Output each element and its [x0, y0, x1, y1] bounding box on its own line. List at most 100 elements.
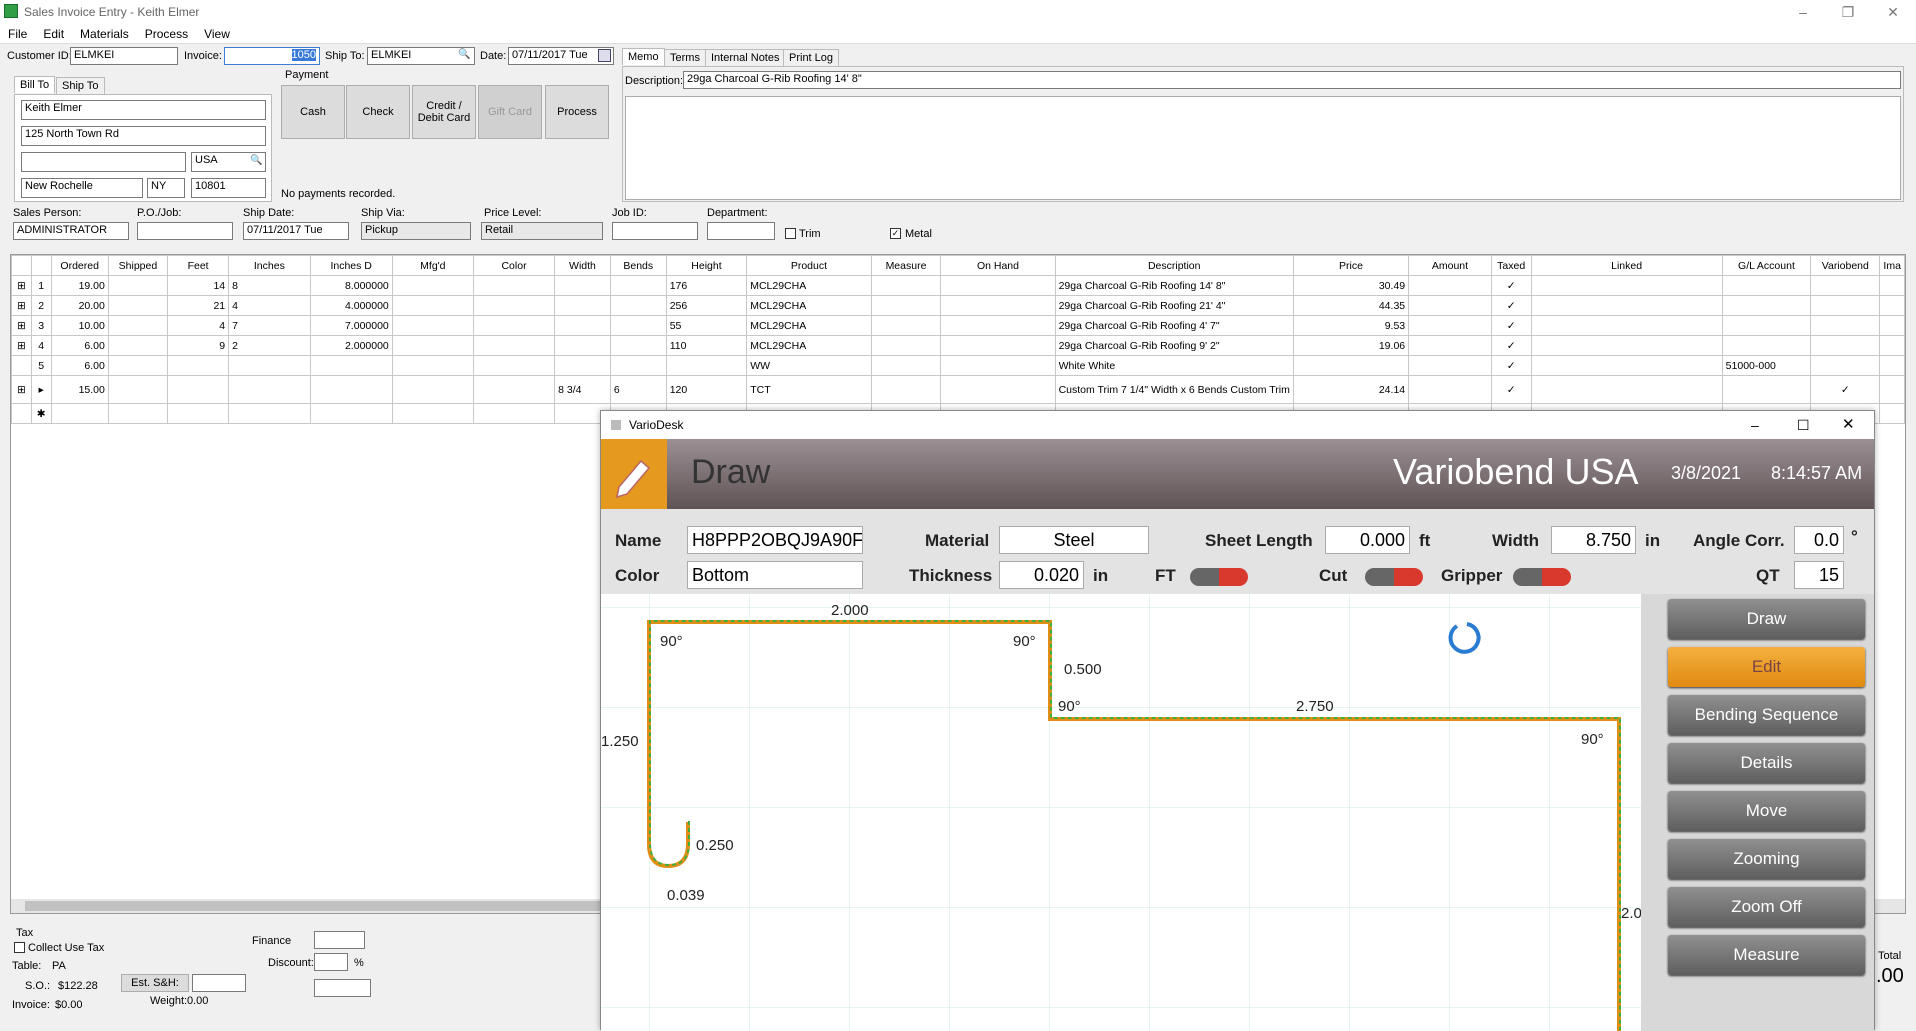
expand-icon[interactable]: ⊞ — [11, 295, 32, 316]
cell[interactable] — [1408, 355, 1492, 376]
cell[interactable] — [1879, 295, 1905, 316]
cell[interactable] — [472, 335, 556, 356]
cell-inches[interactable] — [228, 355, 311, 376]
draw-button[interactable]: Draw — [1668, 599, 1865, 639]
cell-inches[interactable] — [228, 375, 311, 404]
cell[interactable] — [940, 375, 1056, 404]
collect-use-tax-checkbox[interactable] — [14, 942, 25, 953]
cell[interactable] — [309, 403, 393, 424]
cell-n[interactable]: 3 — [30, 315, 52, 336]
cell-product[interactable]: MCL29CHA — [746, 295, 872, 316]
cell[interactable] — [167, 403, 230, 424]
cell-feet[interactable]: 14 — [167, 275, 230, 296]
cell[interactable] — [1408, 295, 1492, 316]
cell[interactable] — [1408, 315, 1492, 336]
cell-width[interactable] — [554, 355, 611, 376]
cell-product[interactable]: MCL29CHA — [746, 315, 872, 336]
zooming-button[interactable]: Zooming — [1668, 839, 1865, 879]
column-header[interactable]: Color — [472, 255, 556, 276]
tab-ship-to[interactable]: Ship To — [56, 77, 105, 94]
cell-price[interactable]: 9.53 — [1292, 315, 1410, 336]
cell-taxed[interactable]: ✓ — [1490, 355, 1532, 376]
cell-height[interactable]: 176 — [665, 275, 748, 296]
cell-vb[interactable] — [1810, 355, 1881, 376]
close-button[interactable]: ✕ — [1873, 2, 1913, 22]
bill-address2-field[interactable] — [21, 152, 186, 172]
cell-gl[interactable] — [1721, 375, 1812, 404]
cell-bends[interactable] — [609, 275, 667, 296]
cut-toggle[interactable] — [1365, 568, 1423, 586]
material-field[interactable]: Steel — [999, 526, 1149, 554]
vd-close-button[interactable]: ✕ — [1842, 411, 1855, 439]
cell-height[interactable]: 110 — [665, 335, 748, 356]
cell[interactable] — [391, 355, 474, 376]
column-header[interactable]: G/L Account — [1721, 255, 1812, 276]
minimize-button[interactable]: – — [1783, 2, 1823, 22]
cell[interactable] — [391, 295, 474, 316]
cell[interactable] — [1879, 335, 1905, 356]
cell[interactable] — [1879, 315, 1905, 336]
cell-height[interactable]: 55 — [665, 315, 748, 336]
cell-inches[interactable]: 2 — [228, 335, 311, 356]
ship-date-field[interactable]: 07/11/2017 Tue — [243, 222, 349, 240]
cell-feet[interactable] — [167, 375, 230, 404]
cell-inches[interactable]: 4 — [228, 295, 311, 316]
cell[interactable] — [1879, 403, 1905, 424]
cell-n[interactable]: 5 — [30, 355, 52, 376]
column-header[interactable] — [30, 255, 52, 276]
cell-vb[interactable]: ✓ — [1810, 375, 1881, 404]
cell-taxed[interactable]: ✓ — [1490, 335, 1532, 356]
cell-bends[interactable] — [609, 315, 667, 336]
cell[interactable] — [107, 295, 169, 316]
cell-bends[interactable]: 6 — [609, 375, 667, 404]
cell[interactable] — [391, 275, 474, 296]
cell-price[interactable]: 24.14 — [1292, 375, 1410, 404]
cell[interactable] — [1408, 335, 1492, 356]
est-sh-button[interactable]: Est. S&H: — [121, 974, 189, 992]
cell-desc[interactable]: Custom Trim 7 1/4" Width x 6 Bends Custo… — [1054, 375, 1294, 404]
description-field[interactable]: 29ga Charcoal G-Rib Roofing 14' 8" — [683, 71, 1901, 89]
price-level-select[interactable]: Retail — [481, 222, 603, 240]
cell-gl[interactable] — [1721, 335, 1812, 356]
cell-feet[interactable]: 4 — [167, 315, 230, 336]
cell-desc[interactable]: 29ga Charcoal G-Rib Roofing 21' 4" — [1054, 295, 1294, 316]
ft-toggle[interactable] — [1190, 568, 1248, 586]
cell-bends[interactable] — [609, 335, 667, 356]
cell-price[interactable]: 30.49 — [1292, 275, 1410, 296]
qt-field[interactable]: 15 — [1794, 561, 1844, 589]
cell[interactable] — [107, 275, 169, 296]
cell[interactable] — [940, 275, 1056, 296]
cell-vb[interactable] — [1810, 275, 1881, 296]
table-row[interactable]: ⊞ ▸ 15.00 8 3/4 6 120 TCT Custom Trim 7 1/4" Wi… — [11, 375, 1905, 404]
cell-desc[interactable]: White White — [1054, 355, 1294, 376]
column-header[interactable]: Feet — [167, 255, 230, 276]
customer-id-field[interactable]: ELMKEI — [70, 47, 178, 65]
edit-button[interactable]: Edit — [1668, 647, 1865, 687]
cell-width[interactable]: 8 3/4 — [554, 375, 611, 404]
menu-process[interactable]: Process — [137, 24, 196, 44]
sheet-length-field[interactable]: 0.000 — [1325, 526, 1410, 554]
cell-ordered[interactable]: 15.00 — [50, 375, 109, 404]
cell[interactable] — [940, 295, 1056, 316]
column-header[interactable]: On Hand — [940, 255, 1056, 276]
cell-gl[interactable]: 51000-000 — [1721, 355, 1812, 376]
cell-desc[interactable]: 29ga Charcoal G-Rib Roofing 9' 2" — [1054, 335, 1294, 356]
cell-width[interactable] — [554, 275, 611, 296]
cell-inchesd[interactable]: 4.000000 — [309, 295, 393, 316]
column-header[interactable]: Measure — [870, 255, 942, 276]
table-row[interactable]: ⊞ 2 20.00 21 4 4.000000 256 MCL29CHA 29ga Charco… — [11, 295, 1905, 316]
bill-address-field[interactable]: 125 North Town Rd — [21, 126, 266, 146]
discount-field[interactable] — [314, 953, 348, 971]
cell[interactable] — [1530, 275, 1723, 296]
thickness-field[interactable]: 0.020 — [999, 561, 1084, 589]
cell-height[interactable]: 256 — [665, 295, 748, 316]
table-row[interactable]: 5 6.00 WW White White ✓ 51000-000 — [11, 355, 1905, 376]
cell[interactable] — [1530, 355, 1723, 376]
cell-gl[interactable] — [1721, 295, 1812, 316]
menu-materials[interactable]: Materials — [72, 24, 137, 44]
menu-edit[interactable]: Edit — [35, 24, 72, 44]
cell[interactable] — [472, 375, 556, 404]
cell-taxed[interactable]: ✓ — [1490, 295, 1532, 316]
expand-icon[interactable]: ⊞ — [11, 375, 32, 404]
cell[interactable] — [472, 275, 556, 296]
